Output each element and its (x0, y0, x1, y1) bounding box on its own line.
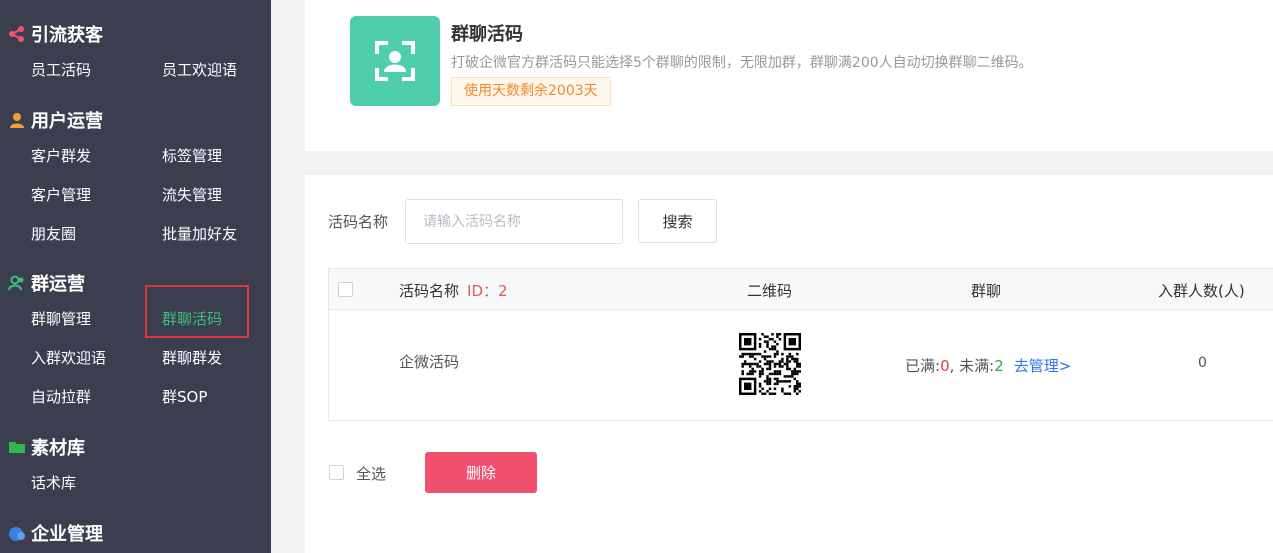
active-item-highlight (145, 285, 249, 338)
section-title: 引流获客 (31, 25, 103, 46)
not-full-count: 2 (994, 357, 1004, 375)
qrcode-list-card: 活码名称 搜索 活码名称ID：2 二维码 群聊 入群人数(人) 企微活码 已满:… (305, 175, 1273, 553)
building-icon (8, 524, 26, 542)
column-header-qrcode: 二维码 (747, 282, 793, 300)
sidebar-item-auto-pull-group[interactable]: 自动拉群 (31, 387, 91, 407)
sidebar-item-tag-manage[interactable]: 标签管理 (162, 146, 222, 166)
app-info-card: 群聊活码 打破企微官方群活码只能选择5个群聊的限制，无限加群，群聊满200人自动… (305, 0, 1273, 151)
section-materials: 素材库 (8, 434, 85, 460)
select-all-label: 全选 (356, 465, 387, 483)
manage-link[interactable]: 去管理> (1014, 357, 1072, 375)
remaining-days-badge: 使用天数剩余2003天 (451, 77, 611, 106)
sidebar: 引流获客 员工活码 员工欢迎语 用户运营 客户群发 标签管理 客户管理 流失管理… (0, 0, 271, 553)
share-nodes-icon (8, 25, 26, 43)
qrcode-image[interactable] (739, 333, 801, 395)
search-input[interactable] (405, 199, 623, 244)
section-title: 企业管理 (31, 524, 103, 545)
table-header: 活码名称 ID：2 二维码 群聊 入群人数(人) (329, 269, 1273, 310)
header-checkbox[interactable] (338, 282, 353, 297)
sidebar-item-staff-qrcode[interactable]: 员工活码 (31, 60, 91, 80)
sidebar-item-churn-manage[interactable]: 流失管理 (162, 185, 222, 205)
column-header-name: 活码名称 ID：2 (399, 282, 508, 300)
select-all-checkbox[interactable] (329, 465, 344, 480)
sidebar-item-group-welcome[interactable]: 入群欢迎语 (31, 348, 106, 368)
sidebar-item-moments[interactable]: 朋友圈 (31, 224, 76, 244)
folder-icon (8, 438, 26, 456)
section-acquisition: 引流获客 (8, 21, 103, 47)
delete-button[interactable]: 删除 (425, 452, 537, 493)
joined-count: 0 (1198, 355, 1207, 371)
sidebar-item-batch-add-friend[interactable]: 批量加好友 (162, 224, 237, 244)
users-icon (8, 274, 26, 292)
sidebar-item-script-library[interactable]: 话术库 (31, 473, 76, 493)
sidebar-item-customer-broadcast[interactable]: 客户群发 (31, 146, 91, 166)
column-header-joined: 入群人数(人) (1158, 282, 1245, 300)
row-name: 企微活码 (399, 353, 460, 371)
sidebar-item-group-broadcast[interactable]: 群聊群发 (162, 348, 222, 368)
section-title: 群运营 (31, 274, 85, 295)
qrcode-table: 活码名称 ID：2 二维码 群聊 入群人数(人) 企微活码 已满:0, 未满:2 去… (328, 268, 1273, 421)
column-header-group: 群聊 (971, 282, 1002, 300)
sidebar-item-group-sop[interactable]: 群SOP (162, 387, 207, 407)
page-title: 群聊活码 (451, 24, 523, 45)
app-description: 打破企微官方群活码只能选择5个群聊的限制，无限加群，群聊满200人自动切换群聊二… (451, 55, 1033, 71)
section-group-ops: 群运营 (8, 270, 85, 296)
search-button[interactable]: 搜索 (638, 199, 717, 243)
section-title: 素材库 (31, 438, 85, 459)
full-count: 0 (940, 357, 950, 375)
section-user-ops: 用户运营 (8, 107, 103, 133)
sidebar-item-staff-welcome[interactable]: 员工欢迎语 (162, 60, 237, 80)
section-enterprise: 企业管理 (8, 520, 103, 546)
qr-scan-icon (350, 16, 440, 106)
user-icon (8, 111, 26, 129)
search-label: 活码名称 (328, 213, 389, 231)
sidebar-item-customer-manage[interactable]: 客户管理 (31, 185, 91, 205)
section-title: 用户运营 (31, 111, 103, 132)
id-label: ID：2 (467, 282, 508, 300)
group-status: 已满:0, 未满:2 去管理> (905, 357, 1072, 375)
sidebar-item-group-manage[interactable]: 群聊管理 (31, 309, 91, 329)
